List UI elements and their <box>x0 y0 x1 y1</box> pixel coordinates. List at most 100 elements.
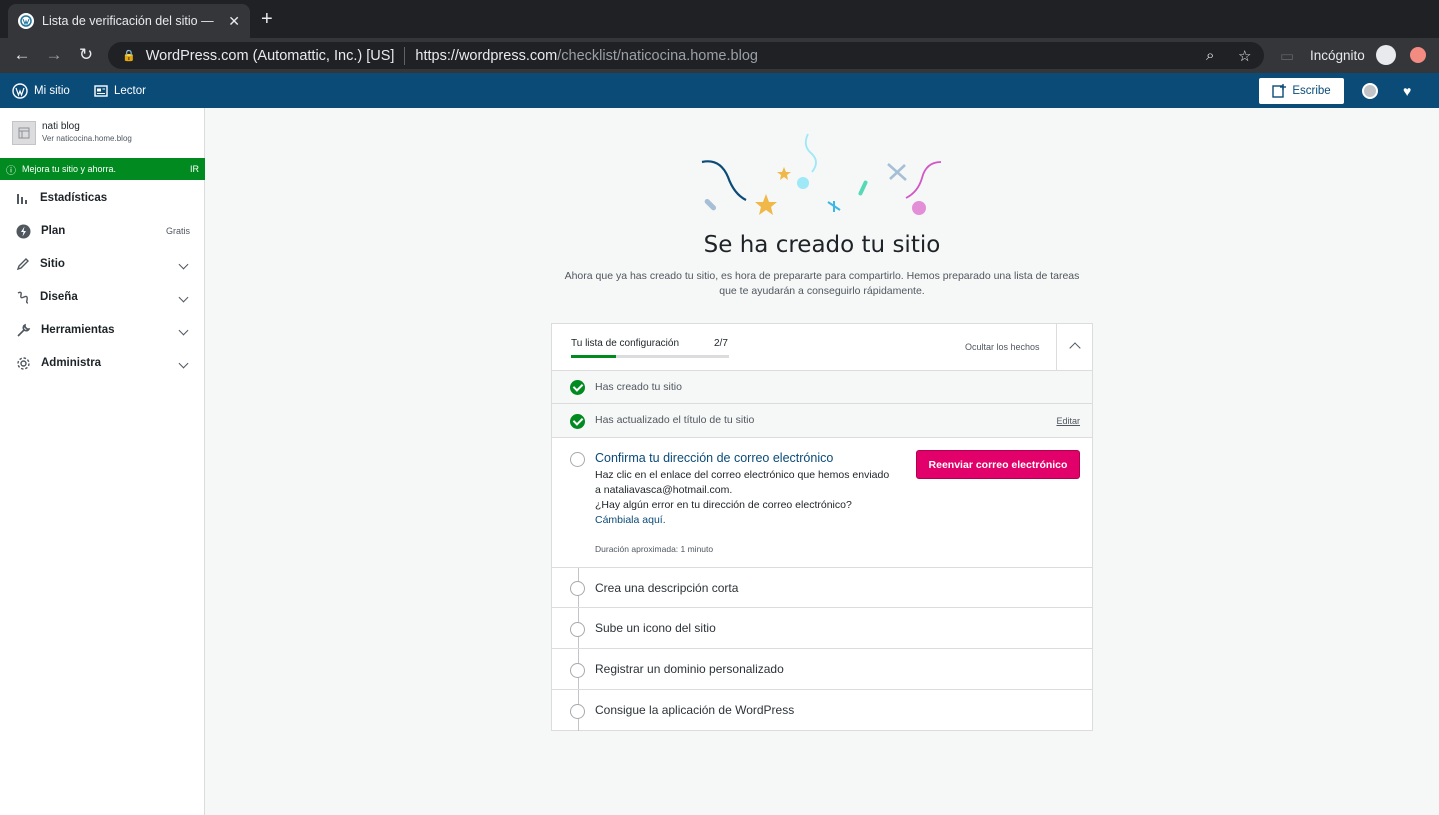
site-card[interactable]: nati blog Ver naticocina.home.blog <box>12 121 132 145</box>
pencil-icon <box>16 258 29 271</box>
plan-badge: Gratis <box>165 226 190 236</box>
lock-icon: 🔒 <box>122 50 136 62</box>
my-site-link[interactable]: Mi sitio <box>12 73 70 108</box>
incognito-label: Incógnito <box>1310 48 1365 63</box>
site-url-link[interactable]: Ver naticocina.home.blog <box>42 134 132 143</box>
sidebar-item-manage[interactable]: Administra <box>0 348 204 378</box>
task-title: Consigue la aplicación de WordPress <box>595 703 795 717</box>
check-icon <box>570 380 585 395</box>
collapse-toggle[interactable] <box>1056 324 1092 370</box>
reader-icon <box>94 84 108 97</box>
upsell-banner[interactable]: ⓘ Mejora tu sitio y ahorra. IR <box>0 158 205 180</box>
brush-icon <box>17 291 29 304</box>
task-item[interactable]: Has actualizado el título de tu sitio Ed… <box>552 404 1092 438</box>
wordpress-logo-icon <box>12 82 28 99</box>
sidebar-item-plan[interactable]: Plan Gratis <box>0 216 204 246</box>
divider <box>404 46 406 65</box>
reload-icon[interactable]: ↻ <box>75 44 97 66</box>
checklist-progress-bar <box>571 355 729 358</box>
site-icon <box>12 121 36 145</box>
upsell-go[interactable]: IR <box>190 164 199 174</box>
empty-circle-icon <box>570 452 585 467</box>
empty-circle-icon <box>570 581 585 596</box>
task-item[interactable]: Crea una descripción corta <box>552 568 1092 608</box>
page-subtitle: Ahora que ya has creado tu sitio, es hor… <box>564 270 1080 297</box>
task-desc-line2: ¿Hay algún error en tu dirección de corr… <box>595 499 852 511</box>
site-name: nati blog <box>42 121 80 132</box>
sidebar-item-label: Diseña <box>40 291 78 303</box>
empty-circle-icon <box>570 622 585 637</box>
info-icon: ⓘ <box>6 165 16 177</box>
address-bar[interactable]: 🔒 WordPress.com (Automattic, Inc.) [US] … <box>108 42 1264 69</box>
cast-icon[interactable]: ▭ <box>1280 47 1294 65</box>
browser-tab-bar: Lista de verificación del sitio — ✕ + <box>0 0 1439 38</box>
check-icon <box>570 414 585 429</box>
task-item[interactable]: Sube un icono del sitio <box>552 608 1092 649</box>
write-button[interactable]: Escribe <box>1259 78 1344 104</box>
task-title: Confirma tu dirección de correo electrón… <box>595 451 834 465</box>
sidebar-item-design[interactable]: Diseña <box>0 282 204 312</box>
new-post-icon <box>1272 84 1287 98</box>
empty-circle-icon <box>570 704 585 719</box>
url-path: /checklist/naticocina.home.blog <box>557 47 758 64</box>
avatar[interactable] <box>1362 83 1378 99</box>
new-tab-icon[interactable]: + <box>261 9 273 29</box>
chevron-down-icon[interactable] <box>178 292 189 303</box>
incognito-icon[interactable] <box>1376 45 1396 65</box>
chevron-down-icon[interactable] <box>178 358 189 369</box>
upsell-text: Mejora tu sitio y ahorra. <box>22 164 117 174</box>
stats-icon <box>17 194 27 204</box>
setup-checklist: Tu lista de configuración 2/7 Ocultar lo… <box>551 323 1093 731</box>
checklist-label: Tu lista de configuración <box>571 338 680 349</box>
write-label: Escribe <box>1292 85 1331 97</box>
wp-masterbar: Mi sitio Lector Escribe ♥ <box>0 73 1439 108</box>
checklist-progress-fill <box>571 355 617 358</box>
task-description: Haz clic en el enlace del correo electró… <box>595 468 895 528</box>
wordpress-favicon-icon <box>18 13 34 29</box>
task-duration: Duración aproximada: 1 minuto <box>595 544 714 554</box>
sidebar-item-label: Sitio <box>40 258 65 270</box>
task-item[interactable]: Has creado tu sitio <box>552 371 1092 404</box>
back-icon[interactable]: ← <box>11 44 33 66</box>
sidebar-item-label: Administra <box>41 357 102 369</box>
sidebar-item-label: Plan <box>41 225 66 237</box>
task-item[interactable]: Registrar un dominio personalizado <box>552 649 1092 690</box>
task-title: Has creado tu sitio <box>595 381 682 393</box>
notifications-icon[interactable]: ♥ <box>1403 83 1411 99</box>
task-title: Sube un icono del sitio <box>595 621 716 635</box>
sidebar-item-label: Estadísticas <box>40 192 108 204</box>
sidebar-item-site[interactable]: Sitio <box>0 249 204 279</box>
task-title: Registrar un dominio personalizado <box>595 662 784 676</box>
checklist-header: Tu lista de configuración 2/7 Ocultar lo… <box>552 324 1092 371</box>
task-item[interactable]: Consigue la aplicación de WordPress <box>552 690 1092 731</box>
my-site-label: Mi sitio <box>34 84 70 97</box>
sidebar-item-stats[interactable]: Estadísticas <box>0 183 204 213</box>
sidebar-item-label: Herramientas <box>41 324 115 336</box>
bookmark-star-icon[interactable]: ☆ <box>1238 47 1251 65</box>
reader-link[interactable]: Lector <box>94 73 146 108</box>
tab-title: Lista de verificación del sitio — <box>42 14 214 28</box>
task-item-active: Confirma tu dirección de correo electrón… <box>552 438 1092 568</box>
extension-icon[interactable] <box>1410 47 1426 63</box>
zoom-icon[interactable]: ⌕ <box>1206 47 1214 64</box>
url-host: https://wordpress.com <box>415 47 558 64</box>
task-title: Has actualizado el título de tu sitio <box>595 414 755 426</box>
browser-tab[interactable]: Lista de verificación del sitio — ✕ <box>8 4 250 38</box>
page-title: Se ha creado tu sitio <box>703 232 941 258</box>
sidebar-item-tools[interactable]: Herramientas <box>0 315 204 345</box>
task-desc-line1: Haz clic en el enlace del correo electró… <box>595 469 890 496</box>
edit-link[interactable]: Editar <box>1056 416 1080 426</box>
site-owner-label: WordPress.com (Automattic, Inc.) [US] <box>145 47 395 64</box>
browser-toolbar: ← → ↻ 🔒 WordPress.com (Automattic, Inc.)… <box>0 38 1439 73</box>
tab-close-icon[interactable]: ✕ <box>228 13 240 30</box>
confetti-illustration <box>701 133 942 215</box>
change-email-link[interactable]: Cámbiala aquí. <box>595 514 666 526</box>
checklist-count: 2/7 <box>714 338 728 349</box>
plan-icon <box>16 224 31 238</box>
chevron-down-icon[interactable] <box>178 259 189 270</box>
chevron-down-icon[interactable] <box>178 325 189 336</box>
sidebar: nati blog Ver naticocina.home.blog ⓘ Mej… <box>0 108 205 815</box>
forward-icon[interactable]: → <box>43 44 65 66</box>
resend-email-button[interactable]: Reenviar correo electrónico <box>916 450 1080 479</box>
hide-completed-button[interactable]: Ocultar los hechos <box>965 342 1040 352</box>
